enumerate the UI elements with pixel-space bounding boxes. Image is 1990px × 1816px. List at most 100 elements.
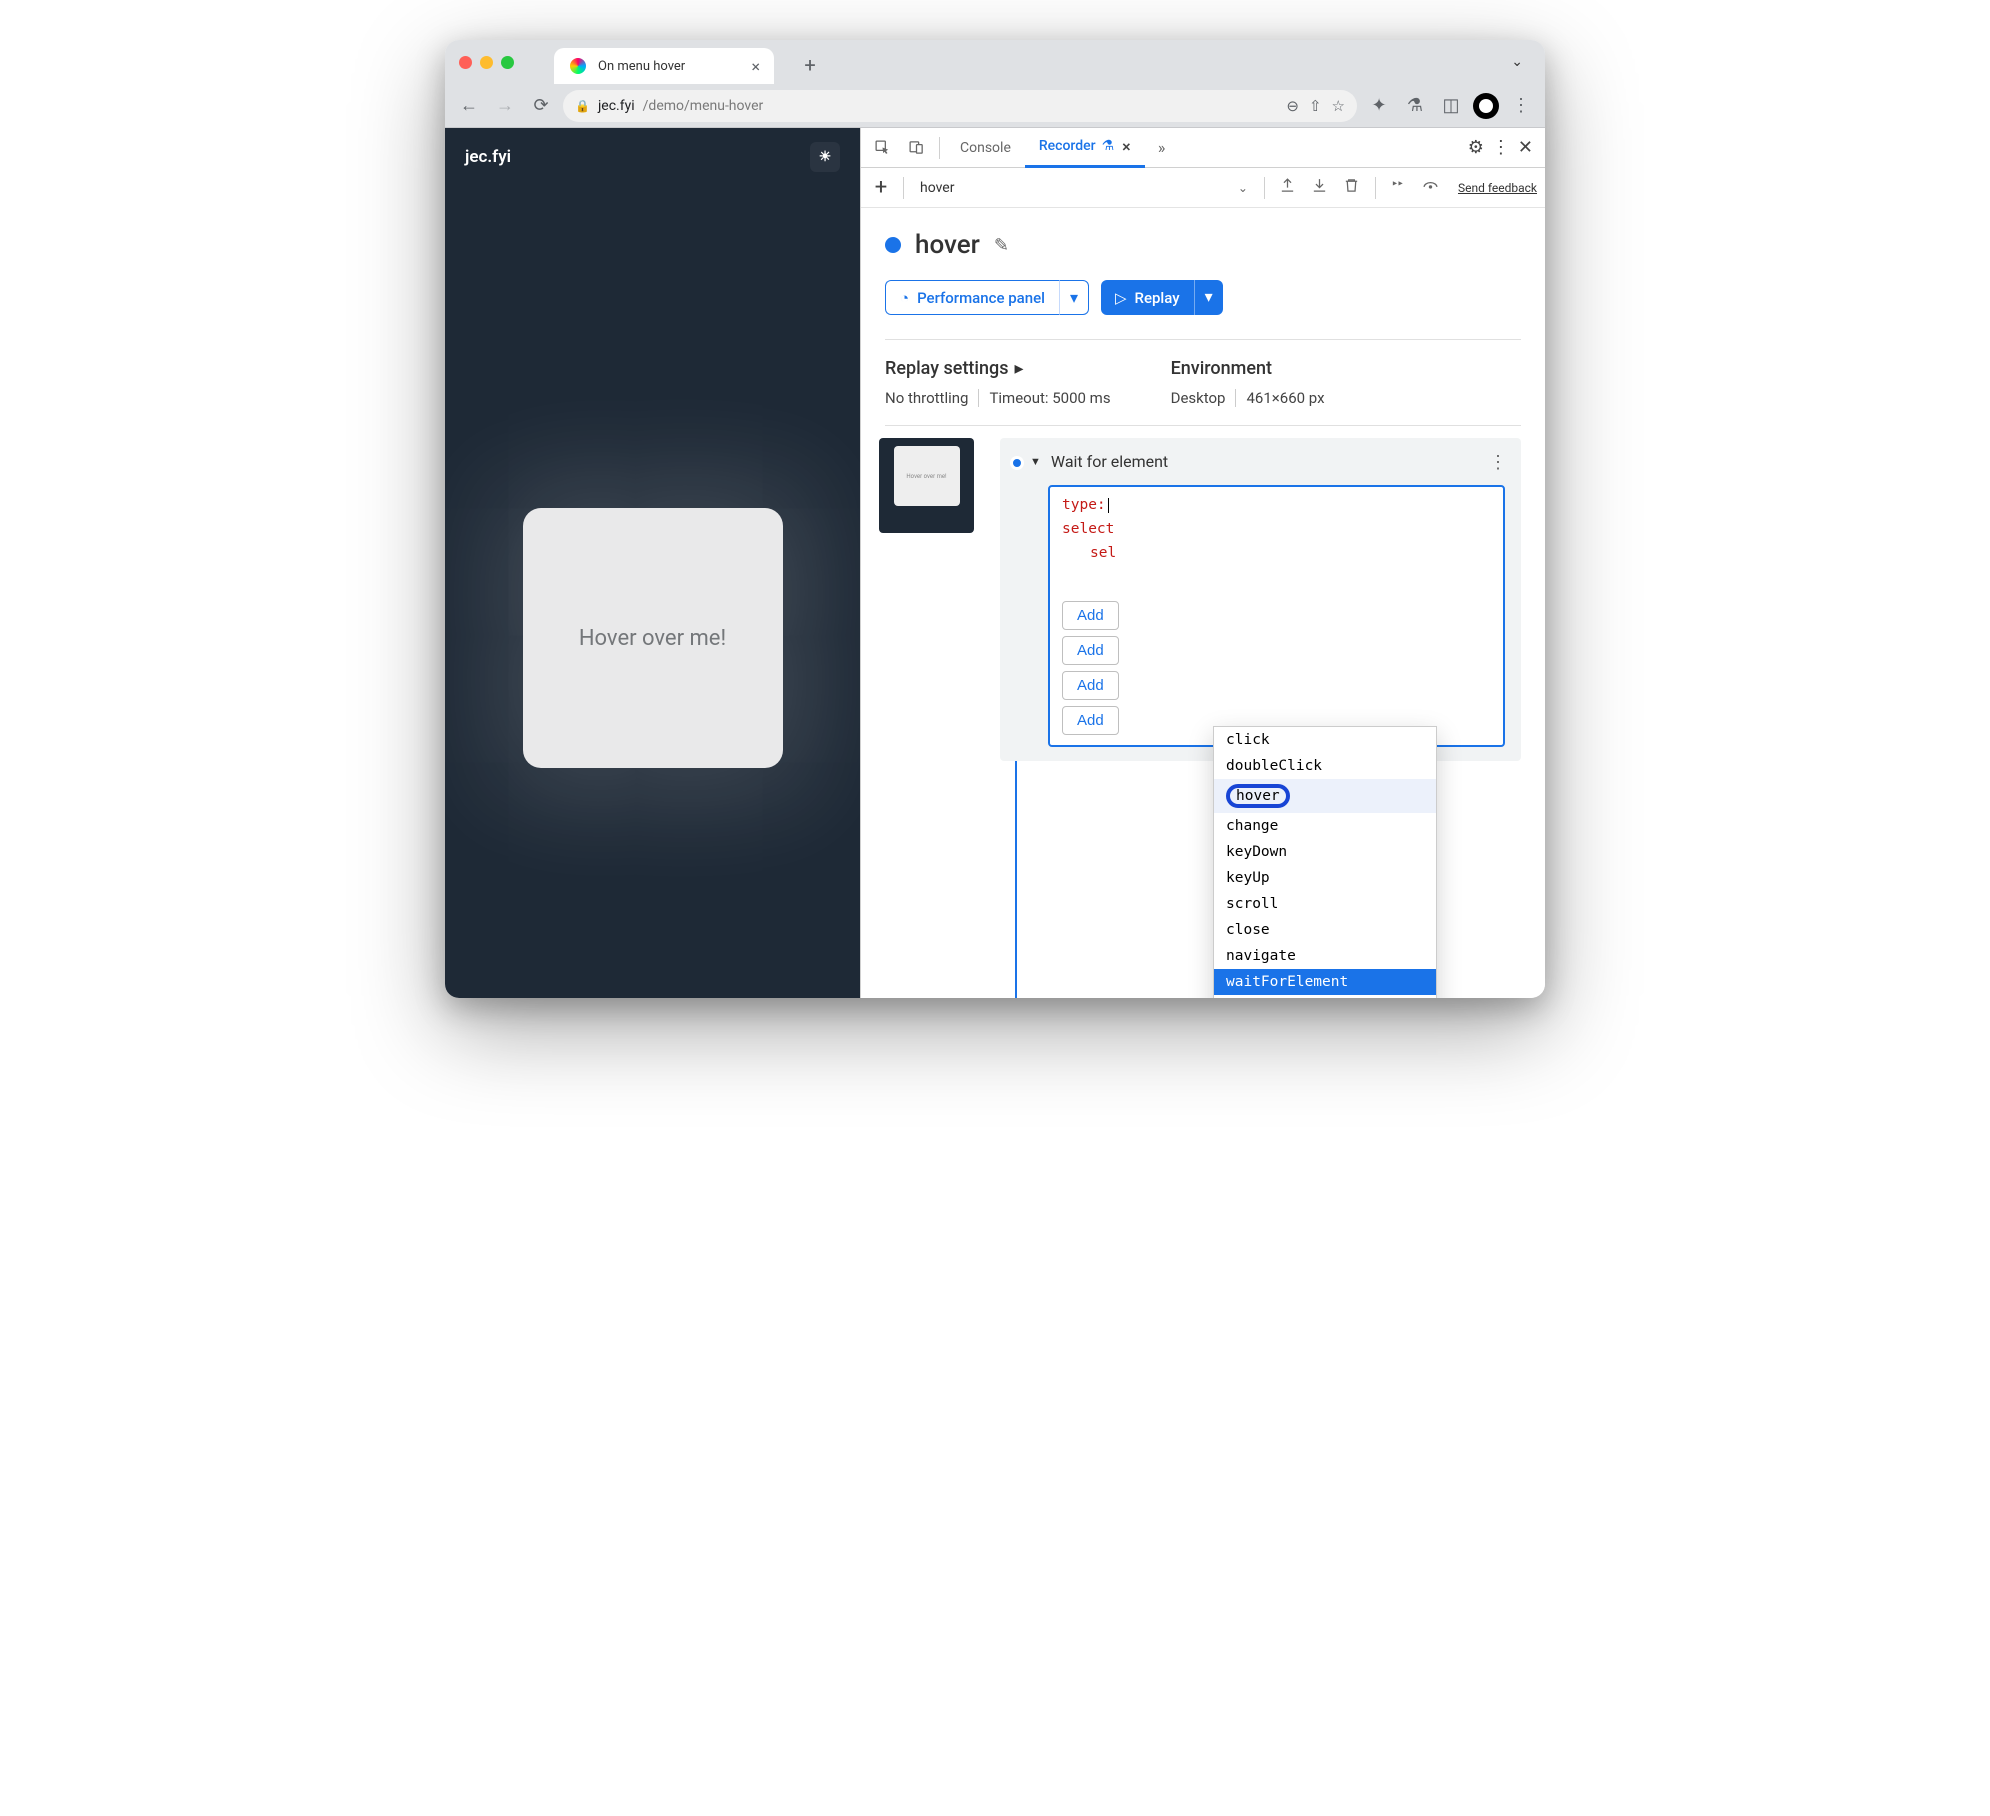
maximize-window-button[interactable] <box>501 56 514 69</box>
favicon-icon <box>568 56 588 76</box>
dropdown-item-click[interactable]: click <box>1214 727 1436 753</box>
replay-caret[interactable]: ▾ <box>1194 280 1223 315</box>
recording-select[interactable]: hover <box>914 180 1084 196</box>
chevron-right-icon: ▸ <box>1015 358 1024 379</box>
performance-panel-button[interactable]: ◔ Performance panel <box>885 280 1059 315</box>
hover-card[interactable]: Hover over me! <box>523 508 783 768</box>
bookmark-icon[interactable]: ☆ <box>1332 97 1345 115</box>
more-tabs-button[interactable]: » <box>1145 138 1179 157</box>
step-title: Wait for element <box>1051 452 1168 471</box>
zoom-out-icon[interactable]: ⊖ <box>1286 97 1299 115</box>
close-devtools-button[interactable]: ✕ <box>1518 137 1533 158</box>
dropdown-item-keyup[interactable]: keyUp <box>1214 865 1436 891</box>
dropdown-item-waitforexpression[interactable]: waitForExpression <box>1214 995 1436 998</box>
dropdown-item-keydown[interactable]: keyDown <box>1214 839 1436 865</box>
recorder-toolbar: + hover ⌄ <box>861 168 1545 208</box>
labs-icon[interactable]: ⚗ <box>1401 92 1429 120</box>
import-icon[interactable] <box>1307 177 1333 199</box>
browser-menu-button[interactable]: ⋮ <box>1507 92 1535 120</box>
profile-avatar[interactable] <box>1473 93 1499 119</box>
step-over-icon[interactable] <box>1386 177 1412 199</box>
collapse-icon: ▼ <box>1030 455 1041 468</box>
separator <box>903 177 904 199</box>
step-wait-for-element: ▼ Wait for element ⋮ type: select sel Ad… <box>1000 438 1521 761</box>
dropdown-item-close[interactable]: close <box>1214 917 1436 943</box>
dropdown-item-scroll[interactable]: scroll <box>1214 891 1436 917</box>
edit-title-icon[interactable]: ✎ <box>994 235 1009 256</box>
window-titlebar: On menu hover × + ⌄ <box>445 40 1545 84</box>
back-button[interactable]: ← <box>455 92 483 120</box>
theme-toggle-button[interactable]: ☀ <box>810 142 840 172</box>
add-button-4[interactable]: Add <box>1062 706 1119 735</box>
gauge-icon: ◔ <box>900 289 909 307</box>
performance-panel-caret[interactable]: ▾ <box>1059 280 1089 315</box>
add-button-1[interactable]: Add <box>1062 601 1119 630</box>
site-title: jec.fyi <box>465 147 511 167</box>
devtools-tabbar: Console Recorder ⚗ × » ⚙ ⋮ ✕ <box>861 128 1545 168</box>
new-recording-button[interactable]: + <box>869 175 893 200</box>
step-marker <box>1010 456 1024 470</box>
dropdown-item-navigate[interactable]: navigate <box>1214 943 1436 969</box>
dropdown-item-doubleclick[interactable]: doubleClick <box>1214 753 1436 779</box>
delete-icon[interactable] <box>1339 177 1365 199</box>
selectors-key: select <box>1062 521 1114 537</box>
browser-window: On menu hover × + ⌄ ← → ⟳ 🔒 jec.fyi/demo… <box>445 40 1545 998</box>
flask-icon: ⚗ <box>1102 138 1115 154</box>
device-value: Desktop <box>1171 389 1226 407</box>
tab-recorder[interactable]: Recorder ⚗ × <box>1025 128 1145 168</box>
replay-button[interactable]: ▷ Replay <box>1101 280 1194 315</box>
close-panel-button[interactable]: × <box>1122 137 1131 156</box>
type-key: type: <box>1062 497 1109 513</box>
reload-button[interactable]: ⟳ <box>527 92 555 120</box>
devtools-menu-button[interactable]: ⋮ <box>1492 137 1510 158</box>
sel-key: sel <box>1090 545 1116 561</box>
lock-icon: 🔒 <box>575 99 590 113</box>
dropdown-item-hover[interactable]: hover <box>1214 779 1436 813</box>
step-thumbnail: Hover over me! <box>879 438 974 533</box>
hover-card-text: Hover over me! <box>579 626 726 651</box>
export-icon[interactable] <box>1275 177 1301 199</box>
tabs-menu-button[interactable]: ⌄ <box>1511 54 1523 70</box>
tab-title: On menu hover <box>598 59 685 74</box>
devtools-panel: Console Recorder ⚗ × » ⚙ ⋮ ✕ + hover ⌄ <box>860 128 1545 998</box>
separator <box>1375 177 1376 199</box>
replay-split: ▷ Replay ▾ <box>1101 280 1223 315</box>
performance-panel-split: ◔ Performance panel ▾ <box>885 280 1089 315</box>
extensions-button[interactable]: ✦ <box>1365 92 1393 120</box>
inspect-element-icon[interactable] <box>865 139 899 156</box>
recording-status-dot <box>885 237 901 253</box>
viewport-value: 461×660 px <box>1235 389 1324 407</box>
step-menu-button[interactable]: ⋮ <box>1489 452 1507 473</box>
share-icon[interactable]: ⇧ <box>1309 97 1322 115</box>
step-editor[interactable]: type: select sel Add Add Add Add <box>1048 485 1505 747</box>
address-bar[interactable]: 🔒 jec.fyi/demo/menu-hover ⊖ ⇧ ☆ <box>563 90 1357 122</box>
chevron-down-icon[interactable]: ⌄ <box>1238 181 1248 195</box>
add-button-2[interactable]: Add <box>1062 636 1119 665</box>
tab-console[interactable]: Console <box>946 128 1025 168</box>
content-area: jec.fyi ☀ Hover over me! Console Recorde… <box>445 128 1545 998</box>
dropdown-item-change[interactable]: change <box>1214 813 1436 839</box>
url-path: /demo/menu-hover <box>643 98 764 114</box>
traffic-lights <box>459 56 514 69</box>
device-toolbar-icon[interactable] <box>899 139 933 156</box>
side-panel-icon[interactable]: ◫ <box>1437 92 1465 120</box>
type-dropdown: click doubleClick hover change keyDown k… <box>1213 726 1437 998</box>
throttling-value: No throttling <box>885 389 968 407</box>
step-header[interactable]: ▼ Wait for element <box>1030 452 1521 471</box>
add-button-3[interactable]: Add <box>1062 671 1119 700</box>
close-window-button[interactable] <box>459 56 472 69</box>
browser-tab[interactable]: On menu hover × <box>554 48 774 84</box>
settings-gear-icon[interactable]: ⚙ <box>1468 137 1484 158</box>
minimize-window-button[interactable] <box>480 56 493 69</box>
send-feedback-link[interactable]: Send feedback <box>1458 181 1537 195</box>
separator <box>1264 177 1265 199</box>
close-tab-button[interactable]: × <box>751 57 760 76</box>
replay-settings-heading[interactable]: Replay settings ▸ <box>885 358 1111 379</box>
new-tab-button[interactable]: + <box>796 51 824 79</box>
recorder-body: hover ✎ ◔ Performance panel ▾ ▷ <box>861 208 1545 998</box>
separator <box>939 137 940 159</box>
browser-toolbar: ← → ⟳ 🔒 jec.fyi/demo/menu-hover ⊖ ⇧ ☆ ✦ … <box>445 84 1545 128</box>
timeout-value: Timeout: 5000 ms <box>978 389 1110 407</box>
slow-replay-icon[interactable] <box>1418 177 1444 199</box>
dropdown-item-waitforelement[interactable]: waitForElement <box>1214 969 1436 995</box>
